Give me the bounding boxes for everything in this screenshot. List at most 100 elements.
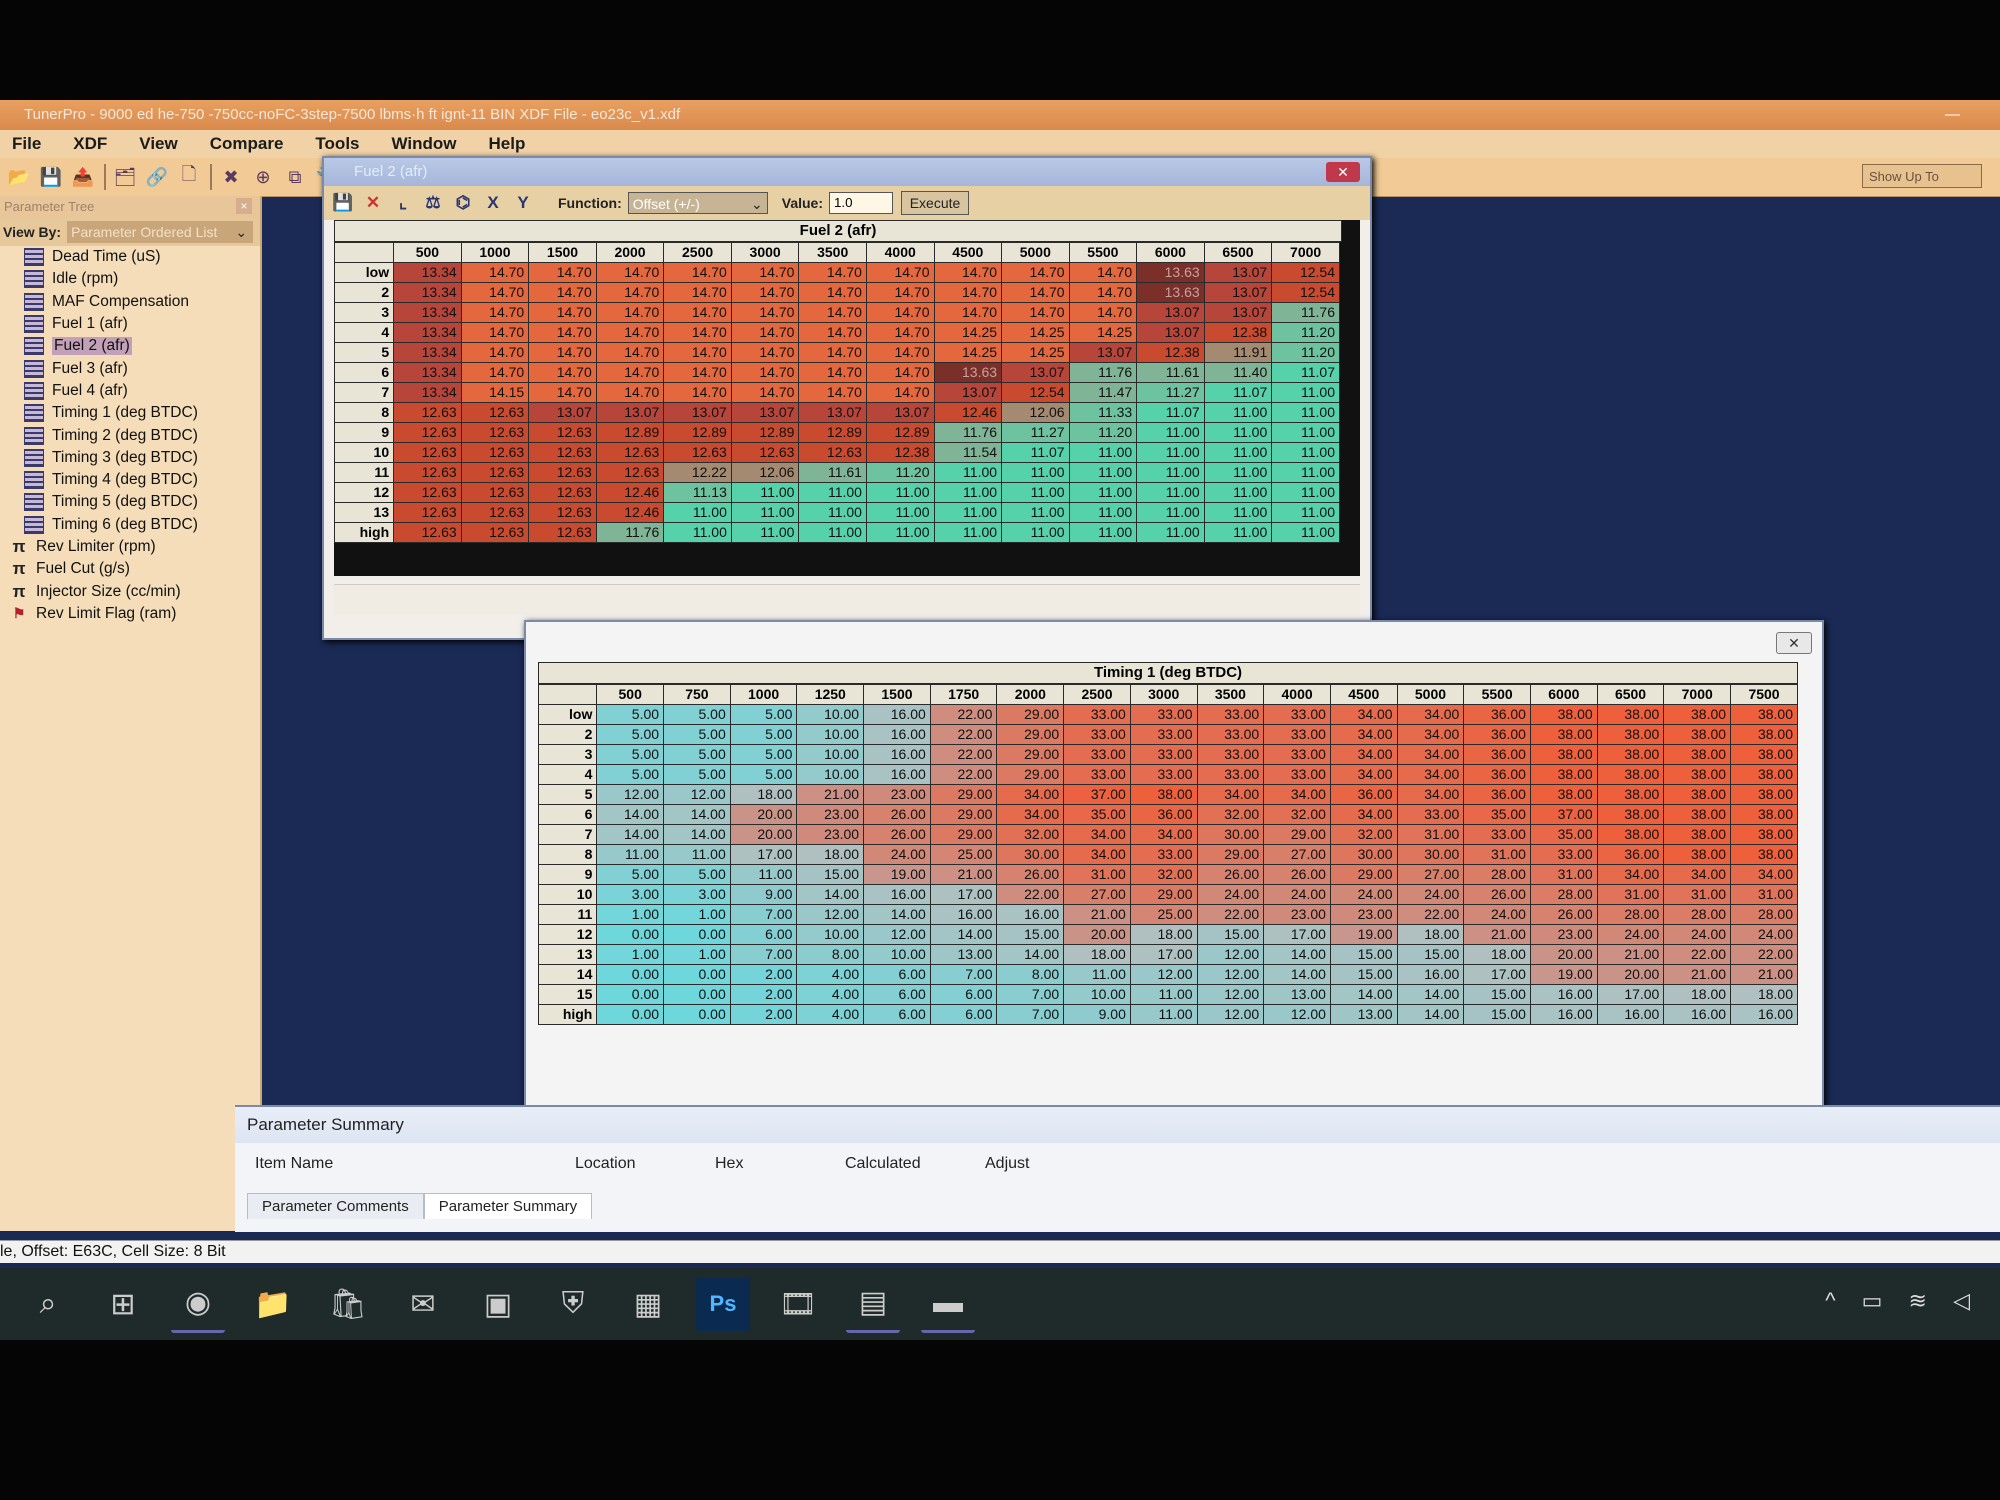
table-cell[interactable]: 5.00: [663, 864, 731, 885]
table-cell[interactable]: 36.00: [1463, 744, 1531, 765]
table-cell[interactable]: 22.00: [929, 704, 998, 725]
table-cell[interactable]: 7.00: [996, 984, 1065, 1005]
table-cell[interactable]: 14.25: [1068, 322, 1138, 343]
table-cell[interactable]: 13.07: [1001, 362, 1070, 383]
table-cell[interactable]: 24.00: [1329, 884, 1398, 905]
table-cell[interactable]: 38.00: [1663, 704, 1732, 725]
table-cell[interactable]: 11.00: [1001, 482, 1070, 503]
table-cell[interactable]: 21.00: [1596, 944, 1665, 965]
table-cell[interactable]: 14.70: [528, 362, 597, 383]
table-cell[interactable]: 38.00: [1129, 784, 1198, 805]
table-cell[interactable]: 32.00: [1263, 804, 1331, 825]
table-cell[interactable]: 0.00: [596, 984, 665, 1005]
table-cell[interactable]: 29.00: [996, 764, 1065, 785]
table-cell[interactable]: 13.34: [393, 382, 462, 403]
column-header[interactable]: 1250: [796, 684, 865, 705]
table-cell[interactable]: 14.70: [663, 262, 732, 283]
tree-item[interactable]: Timing 4 (deg BTDC): [0, 469, 260, 491]
table-cell[interactable]: 28.00: [1463, 864, 1531, 885]
table-cell[interactable]: 36.00: [1596, 844, 1665, 865]
table-cell[interactable]: 37.00: [1529, 804, 1598, 825]
table-cell[interactable]: 23.00: [1529, 924, 1598, 945]
table-cell[interactable]: 33.00: [1129, 744, 1198, 765]
table-cell[interactable]: 5.00: [729, 724, 798, 745]
row-header[interactable]: 12: [333, 482, 395, 503]
menu-xdf[interactable]: XDF: [73, 134, 107, 154]
table-cell[interactable]: 11.00: [865, 522, 935, 543]
row-header[interactable]: 12: [537, 924, 598, 945]
table-cell[interactable]: 14.70: [798, 322, 867, 343]
table-cell[interactable]: 14.70: [663, 322, 732, 343]
table-cell[interactable]: 14.70: [460, 282, 530, 303]
menu-view[interactable]: View: [139, 134, 177, 154]
table-cell[interactable]: 5.00: [596, 744, 665, 765]
table-cell[interactable]: 14.00: [1396, 984, 1465, 1005]
table-cell[interactable]: 1.00: [663, 904, 731, 925]
table-cell[interactable]: 38.00: [1596, 784, 1665, 805]
table-cell[interactable]: 11.00: [798, 522, 867, 543]
scale-icon[interactable]: ⚖: [422, 192, 444, 214]
table-cell[interactable]: 12.63: [460, 522, 530, 543]
table-cell[interactable]: 38.00: [1529, 704, 1598, 725]
column-header[interactable]: 5000: [1396, 684, 1465, 705]
table-cell[interactable]: 10.00: [796, 764, 865, 785]
table-cell[interactable]: 14.70: [1001, 302, 1070, 323]
winrar-icon[interactable]: ▤: [846, 1276, 900, 1333]
table-cell[interactable]: 34.00: [1329, 804, 1398, 825]
table-cell[interactable]: 14.70: [595, 302, 665, 323]
table-cell[interactable]: 14.70: [528, 302, 597, 323]
table-cell[interactable]: 11.76: [1068, 362, 1138, 383]
table-cell[interactable]: 12.63: [528, 482, 597, 503]
table-cell[interactable]: 11.00: [729, 864, 798, 885]
table-cell[interactable]: 13.00: [1329, 1004, 1398, 1025]
table-cell[interactable]: 11.54: [933, 442, 1003, 463]
table-cell[interactable]: 17.00: [729, 844, 798, 865]
table-cell[interactable]: 27.00: [1263, 844, 1331, 865]
table-cell[interactable]: 31.00: [1063, 864, 1131, 885]
table-cell[interactable]: 15.00: [996, 924, 1065, 945]
table-cell[interactable]: 6.00: [863, 964, 931, 985]
table-cell[interactable]: 33.00: [1129, 704, 1198, 725]
table-cell[interactable]: 12.89: [865, 422, 935, 443]
table-cell[interactable]: 33.00: [1063, 724, 1131, 745]
table-cell[interactable]: 29.00: [1129, 884, 1198, 905]
save-icon[interactable]: 💾: [332, 192, 354, 214]
table-cell[interactable]: 24.00: [863, 844, 931, 865]
tree-item[interactable]: Fuel 3 (afr): [0, 357, 260, 379]
table-cell[interactable]: 12.00: [1196, 944, 1265, 965]
table-cell[interactable]: 31.00: [1596, 884, 1665, 905]
table-cell[interactable]: 12.00: [1263, 1004, 1331, 1025]
table-cell[interactable]: 14.70: [798, 282, 867, 303]
table-cell[interactable]: 14.70: [595, 262, 665, 283]
table-cell[interactable]: 12.00: [1196, 1004, 1265, 1025]
table-cell[interactable]: 16.00: [1529, 984, 1598, 1005]
table-cell[interactable]: 34.00: [1329, 724, 1398, 745]
row-header[interactable]: 11: [333, 462, 395, 483]
table-cell[interactable]: 12.63: [460, 502, 530, 523]
table-cell[interactable]: 14.70: [460, 342, 530, 363]
table-cell[interactable]: 38.00: [1596, 744, 1665, 765]
table-cell[interactable]: 11.40: [1203, 362, 1273, 383]
table-cell[interactable]: 8.00: [796, 944, 865, 965]
table-cell[interactable]: 38.00: [1730, 724, 1798, 745]
table-cell[interactable]: 23.00: [863, 784, 931, 805]
table-cell[interactable]: 29.00: [1329, 864, 1398, 885]
menu-tools[interactable]: Tools: [315, 134, 359, 154]
tree-item[interactable]: Dead Time (uS): [0, 246, 260, 268]
row-header[interactable]: low: [537, 704, 598, 725]
column-header[interactable]: 3500: [798, 242, 867, 263]
table-cell[interactable]: 14.70: [933, 302, 1003, 323]
table-cell[interactable]: 26.00: [996, 864, 1065, 885]
table-cell[interactable]: 14.70: [528, 342, 597, 363]
tree-item[interactable]: Timing 1 (deg BTDC): [0, 402, 260, 424]
table-cell[interactable]: 33.00: [1196, 724, 1265, 745]
minecraft-icon[interactable]: ▣: [471, 1277, 525, 1331]
open-icon[interactable]: 📂: [6, 164, 32, 190]
table-cell[interactable]: 13.07: [933, 382, 1003, 403]
table-cell[interactable]: 11.07: [1136, 402, 1205, 423]
row-header[interactable]: 8: [333, 402, 395, 423]
table-cell[interactable]: 37.00: [1063, 784, 1131, 805]
table-cell[interactable]: 24.00: [1263, 884, 1331, 905]
table-cell[interactable]: 34.00: [1396, 784, 1465, 805]
table-cell[interactable]: 38.00: [1730, 804, 1798, 825]
